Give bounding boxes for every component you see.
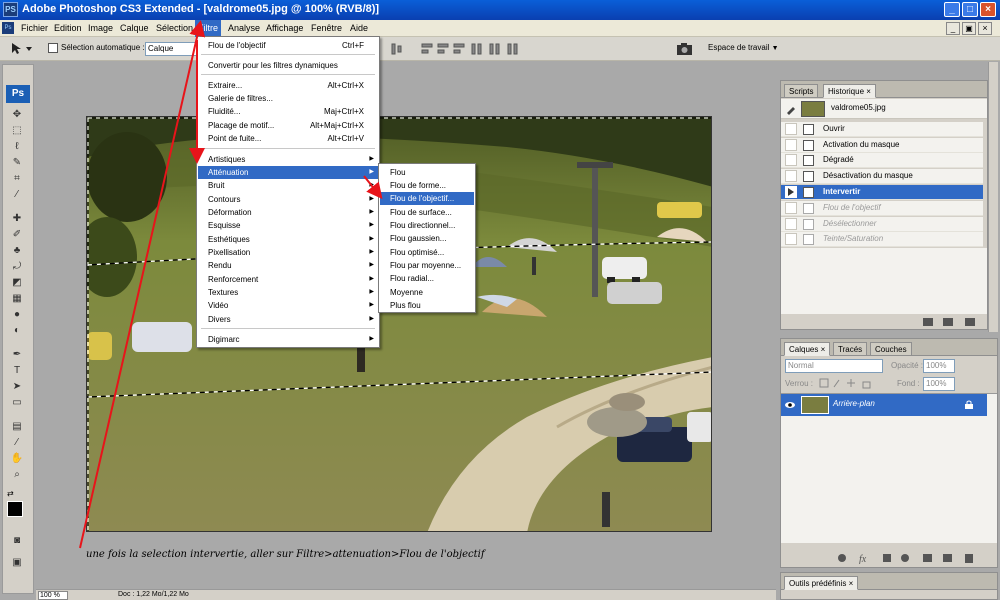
annotation-arrows <box>79 20 383 549</box>
annotation-text: une fois la selection intervertie, aller… <box>86 549 485 560</box>
